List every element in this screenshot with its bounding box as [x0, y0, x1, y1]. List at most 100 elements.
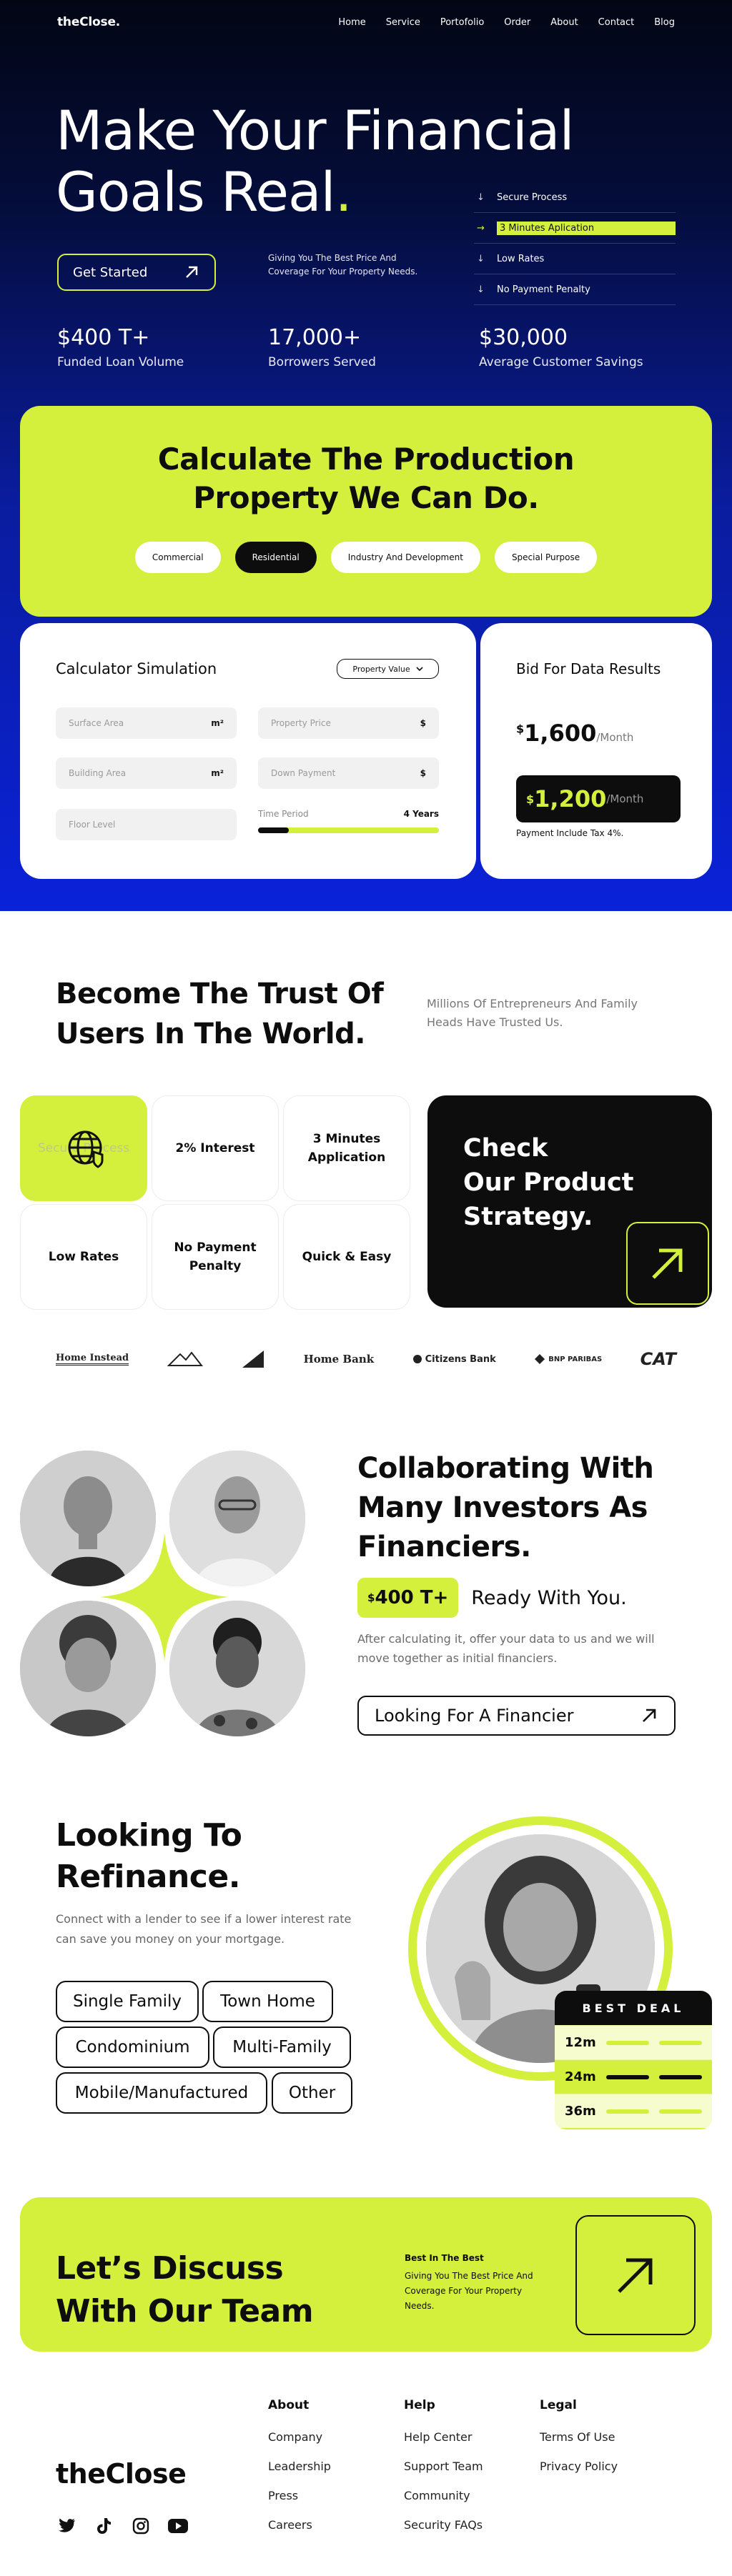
time-period-track[interactable]	[258, 827, 439, 833]
field-placeholder: Surface Area	[69, 718, 124, 728]
surface-area-field[interactable]: Surface Area m²	[56, 707, 237, 739]
trust-subtitle: Millions Of Entrepreneurs And Family Hea…	[427, 997, 638, 1029]
hero-title-line2: Goals Real	[56, 160, 336, 224]
time-period-slider[interactable]: Time Period 4 Years	[258, 809, 439, 833]
discuss-arrow-button[interactable]	[575, 2215, 696, 2335]
stat-value: $400 T+	[57, 325, 150, 350]
select-value: Property Value	[352, 664, 410, 674]
logo-triangle	[241, 1349, 265, 1369]
time-period-label: Time Period	[258, 809, 309, 819]
tiktok-icon[interactable]	[93, 2515, 114, 2537]
twitter-icon[interactable]	[56, 2515, 77, 2537]
product-strategy-card[interactable]: Check Our Product Strategy.	[427, 1095, 712, 1308]
nav-link-portfolio[interactable]: Portofolio	[440, 17, 484, 28]
simulation-title: Calculator Simulation	[56, 660, 217, 677]
arrow-down-icon: ↓	[477, 192, 485, 203]
tab-industry-development[interactable]: Industry And Development	[330, 542, 480, 573]
amount-pill: $400 T+	[357, 1578, 459, 1618]
footer-link-privacy[interactable]: Privacy Policy	[540, 2452, 618, 2481]
chip-mobile-manufactured[interactable]: Mobile/Manufactured	[56, 2072, 267, 2114]
field-unit: m²	[211, 768, 224, 778]
footer-link-terms[interactable]: Terms Of Use	[540, 2422, 618, 2452]
chip-condominium[interactable]: Condominium	[56, 2027, 209, 2068]
brand-logo[interactable]: theClose.	[57, 15, 120, 29]
stat-value: 17,000+	[268, 325, 362, 350]
deal-row-36m[interactable]: 36m	[555, 2094, 712, 2128]
logo-text: Citizens Bank	[425, 1353, 496, 1365]
get-started-label: Get Started	[73, 264, 148, 280]
four-point-star-icon	[100, 1533, 229, 1661]
arrow-down-icon: ↓	[477, 253, 485, 264]
logo-winn	[167, 1350, 203, 1368]
looking-for-financier-button[interactable]: Looking For A Financier	[357, 1696, 676, 1736]
tab-commercial[interactable]: Commercial	[134, 542, 221, 573]
discuss-banner: Let’s Discuss With Our Team Best In The …	[20, 2197, 712, 2352]
nav-link-order[interactable]: Order	[504, 17, 530, 28]
down-payment-field[interactable]: Down Payment $	[258, 757, 439, 789]
property-price-field[interactable]: Property Price $	[258, 707, 439, 739]
footer-link-company[interactable]: Company	[268, 2422, 331, 2452]
get-started-button[interactable]: Get Started	[57, 254, 216, 291]
discuss-title: Let’s Discuss With Our Team	[56, 2247, 314, 2333]
price-unit: /Month	[596, 731, 634, 744]
check-item: ↓ No Payment Penalty	[474, 274, 676, 305]
check-item-label: Low Rates	[497, 253, 545, 264]
logo-text: CAT	[640, 1349, 676, 1369]
feature-low-rates: Low Rates	[20, 1204, 147, 1310]
chip-multi-family[interactable]: Multi-Family	[213, 2027, 351, 2068]
footer-link-community[interactable]: Community	[404, 2481, 483, 2510]
feature-3-minutes: 3 Minutes Application	[283, 1095, 410, 1201]
nav-links: Home Service Portofolio Order About Cont…	[338, 17, 675, 28]
best-deal-title: BEST DEAL	[555, 1991, 712, 2025]
time-period-row: Time Period 4 Years	[258, 809, 439, 819]
footer-link-press[interactable]: Press	[268, 2481, 331, 2510]
check-item-label: Secure Process	[497, 192, 568, 203]
price-value: 1,200	[534, 785, 607, 812]
logo-text: Home Bank	[303, 1353, 375, 1366]
nav-link-about[interactable]: About	[550, 17, 578, 28]
footer-link-leadership[interactable]: Leadership	[268, 2452, 331, 2481]
chevron-down-icon	[416, 666, 423, 671]
stat-savings: $30,000 Average Customer Savings	[479, 325, 643, 369]
nav-link-blog[interactable]: Blog	[654, 17, 675, 28]
field-placeholder: Floor Level	[69, 820, 116, 830]
chip-other[interactable]: Other	[272, 2072, 352, 2114]
deal-bar	[605, 2074, 649, 2079]
chip-town-home[interactable]: Town Home	[202, 1981, 333, 2022]
footer-link-careers[interactable]: Careers	[268, 2510, 331, 2540]
youtube-icon[interactable]	[167, 2515, 189, 2537]
property-value-select[interactable]: Property Value	[337, 659, 439, 679]
nav-link-contact[interactable]: Contact	[598, 17, 635, 28]
strategy-arrow-button[interactable]	[626, 1222, 709, 1305]
deal-row-24m[interactable]: 24m	[555, 2059, 712, 2094]
arrow-down-icon: ↓	[477, 284, 485, 295]
logo-home-bank: Home Bank	[304, 1353, 375, 1366]
floor-level-field[interactable]: Floor Level	[56, 809, 237, 840]
logo-bnp-paribas: BNP PARIBAS	[534, 1353, 602, 1365]
hero-checklist: ↓ Secure Process → 3 Minutes Aplication ↓ L…	[474, 182, 676, 305]
strategy-line1: Check	[463, 1134, 548, 1163]
building-area-field[interactable]: Building Area m²	[56, 757, 237, 789]
footer-link-help-center[interactable]: Help Center	[404, 2422, 483, 2452]
footer-link-security-faqs[interactable]: Security FAQs	[404, 2510, 483, 2540]
investors-title: Collaborating With Many Investors As Fin…	[357, 1449, 654, 1567]
tab-special-purpose[interactable]: Special Purpose	[494, 542, 598, 573]
price-value: 1,600	[524, 720, 597, 747]
deal-term: 24m	[565, 2069, 596, 2084]
check-item-active: → 3 Minutes Aplication	[474, 213, 676, 244]
tab-residential[interactable]: Residential	[234, 542, 317, 573]
deal-row-12m[interactable]: 12m	[555, 2025, 712, 2059]
field-unit: $	[420, 718, 426, 728]
refinance-title-line2: Refinance.	[56, 1859, 240, 1895]
instagram-icon[interactable]	[130, 2515, 152, 2537]
citizens-logo-icon	[412, 1355, 422, 1363]
nav-link-home[interactable]: Home	[338, 17, 365, 28]
tax-note: Payment Include Tax 4%.	[516, 828, 624, 838]
calculate-banner: Calculate The Production Property We Can…	[20, 406, 712, 617]
nav-link-service[interactable]: Service	[386, 17, 420, 28]
footer-link-support-team[interactable]: Support Team	[404, 2452, 483, 2481]
footer-logo[interactable]: theClose	[56, 2458, 187, 2490]
bnp-logo-icon	[535, 1354, 545, 1364]
discuss-text: Giving You The Best Price And Coverage F…	[405, 2271, 533, 2311]
chip-single-family[interactable]: Single Family	[56, 1981, 199, 2022]
